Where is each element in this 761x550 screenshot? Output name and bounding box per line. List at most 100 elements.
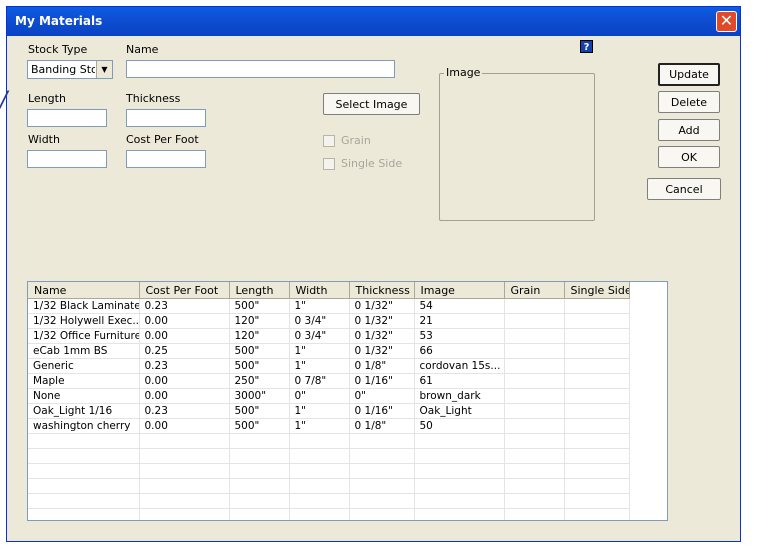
grain-checkbox[interactable] [323,135,335,147]
table-cell: 0.25 [139,343,230,359]
update-button[interactable]: Update [658,63,720,86]
cancel-button[interactable]: Cancel [647,178,721,200]
empty-cell [139,478,230,494]
empty-cell [28,433,140,449]
help-icon[interactable]: ? [580,40,593,53]
empty-cell [28,478,140,494]
column-header[interactable]: Name [28,282,140,299]
table-cell [504,403,565,419]
table-cell [564,313,630,329]
column-header[interactable]: Cost Per Foot [139,282,230,299]
table-cell: 0.00 [139,388,230,404]
cost-per-foot-input[interactable] [126,150,206,168]
column-header[interactable]: Image [414,282,505,299]
empty-cell [349,463,415,479]
table-cell: 0" [349,388,415,404]
table-cell: 0 1/16" [349,373,415,389]
empty-cell [504,508,565,520]
table-row[interactable]: Maple 0.00 250" 0 7/8" 0 1/16" 61 [28,373,630,389]
empty-row [28,478,630,494]
select-image-button[interactable]: Select Image [323,93,420,115]
table-cell: 66 [414,343,505,359]
empty-cell [414,448,505,464]
chevron-down-icon[interactable]: ▼ [96,61,112,78]
table-cell: 500" [229,298,290,314]
empty-cell [139,463,230,479]
column-header[interactable]: Single Side [564,282,630,299]
empty-cell [564,448,630,464]
table-row[interactable]: None 0.00 3000" 0" 0" brown_dark [28,388,630,404]
table-cell [564,343,630,359]
ok-button[interactable]: OK [658,146,720,168]
table-cell: Oak_Light 1/16 [28,403,140,419]
table-row[interactable]: Generic 0.23 500" 1" 0 1/8" cordovan 15s... [28,358,630,374]
empty-cell [414,433,505,449]
table-cell [564,373,630,389]
table-cell [504,313,565,329]
table-cell [504,373,565,389]
table-cell: 1/32 Black Laminate [28,298,140,314]
table-cell: 0.00 [139,313,230,329]
table-row[interactable]: 1/32 Holywell Exec... 0.00 120" 0 3/4" 0 1/3… [28,313,630,329]
empty-cell [139,433,230,449]
empty-cell [564,478,630,494]
column-header[interactable]: Length [229,282,290,299]
table-cell: 120" [229,328,290,344]
table-cell: washington cherry [28,418,140,434]
table-row[interactable]: washington cherry 0.00 500" 1" 0 1/8" 50 [28,418,630,434]
image-group-title: Image [444,66,483,79]
table-row[interactable]: eCab 1mm BS 0.25 500" 1" 0 1/32" 66 [28,343,630,359]
width-label: Width [28,133,60,146]
table-cell: 500" [229,358,290,374]
empty-cell [28,508,140,520]
delete-button[interactable]: Delete [658,91,720,113]
empty-cell [229,508,290,520]
name-input[interactable] [126,60,395,78]
grain-label: Grain [341,134,371,147]
close-icon[interactable]: ✕ [716,11,737,32]
length-label: Length [28,92,66,105]
table-cell: 1" [289,358,350,374]
add-button[interactable]: Add [658,119,720,141]
column-header[interactable]: Grain [504,282,565,299]
title-bar[interactable]: My Materials ✕ [7,7,740,36]
empty-row [28,493,630,509]
empty-cell [139,493,230,509]
table-body: 1/32 Black Laminate 0.23 500" 1" 0 1/32" 54 1/… [28,298,630,520]
materials-grid[interactable]: Name Cost Per Foot Length Width Thickness Ima… [27,281,668,521]
width-input[interactable] [27,150,107,168]
empty-row [28,433,630,449]
empty-cell [229,448,290,464]
table-cell: 0 1/32" [349,343,415,359]
column-header[interactable]: Width [289,282,350,299]
table-row[interactable]: 1/32 Office Furniture 0.00 120" 0 3/4" 0 1/3… [28,328,630,344]
empty-cell [414,508,505,520]
empty-cell [564,493,630,509]
table-cell: 3000" [229,388,290,404]
table-cell [504,358,565,374]
table-cell: 50 [414,418,505,434]
table-row[interactable]: Oak_Light 1/16 0.23 500" 1" 0 1/16" Oak_Light [28,403,630,419]
stray-cursor-mark: / [0,88,8,113]
table-cell: 0.23 [139,358,230,374]
table-cell: 61 [414,373,505,389]
stock-type-select[interactable]: Banding Stoc ▼ [27,60,113,79]
table-cell [564,403,630,419]
table-cell: 1" [289,298,350,314]
thickness-input[interactable] [126,109,206,127]
table-cell: Oak_Light [414,403,505,419]
empty-cell [289,433,350,449]
length-input[interactable] [27,109,107,127]
column-header[interactable]: Thickness [349,282,415,299]
empty-cell [349,508,415,520]
table-cell [504,328,565,344]
table-cell [564,388,630,404]
empty-cell [349,433,415,449]
table-cell [564,328,630,344]
table-cell: 21 [414,313,505,329]
empty-cell [414,478,505,494]
table-row[interactable]: 1/32 Black Laminate 0.23 500" 1" 0 1/32" 54 [28,298,630,314]
empty-cell [564,508,630,520]
single-side-checkbox[interactable] [323,158,335,170]
empty-cell [139,448,230,464]
